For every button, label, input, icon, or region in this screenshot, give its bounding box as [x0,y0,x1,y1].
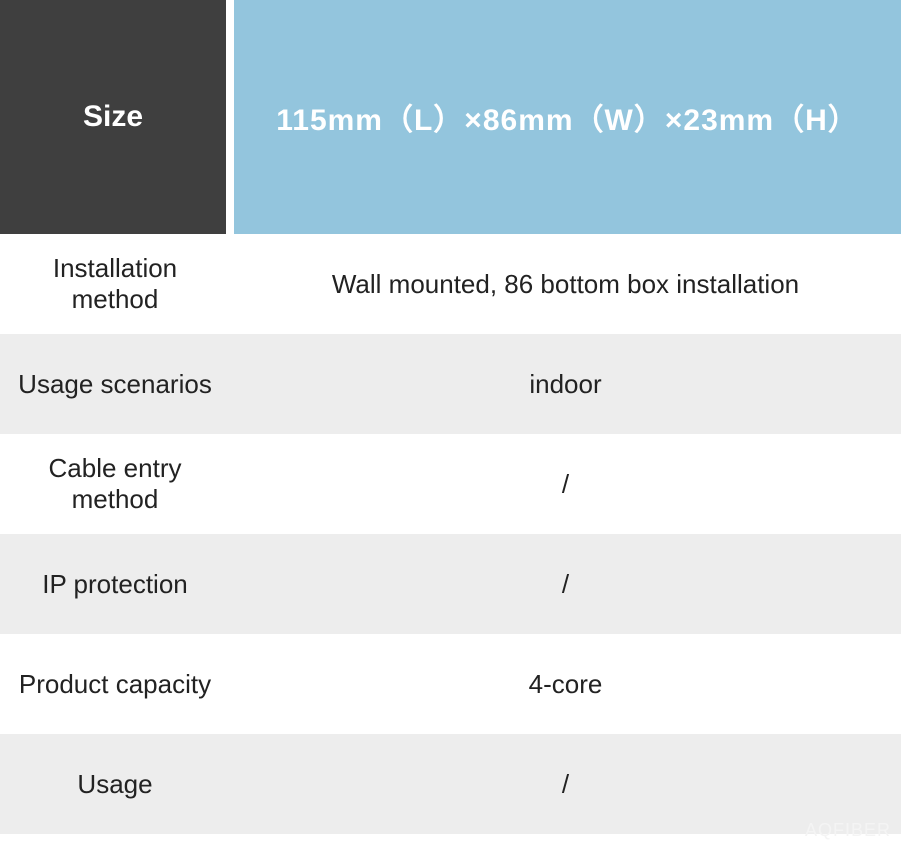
row-value: / [230,734,901,834]
row-value: indoor [230,334,901,434]
table-row: Usage / [0,734,901,834]
table-row: Usage scenarios indoor [0,334,901,434]
row-value: Wall mounted, 86 bottom box installation [230,234,901,334]
table-row: Installation method Wall mounted, 86 bot… [0,234,901,334]
watermark: AQFIBER [805,820,891,841]
row-label: Installation method [0,234,230,334]
header-label: Size [0,0,230,234]
row-value: / [230,434,901,534]
header-value: 115mm（L）×86mm（W）×23mm（H） [230,0,901,234]
row-label: Product capacity [0,634,230,734]
row-value: 4-core [230,634,901,734]
table-header-row: Size 115mm（L）×86mm（W）×23mm（H） [0,0,901,234]
row-value: / [230,534,901,634]
spec-table: Size 115mm（L）×86mm（W）×23mm（H） Installati… [0,0,901,834]
row-label: Cable entry method [0,434,230,534]
table-row: IP protection / [0,534,901,634]
row-label: Usage scenarios [0,334,230,434]
table-row: Cable entry method / [0,434,901,534]
row-label: IP protection [0,534,230,634]
row-label: Usage [0,734,230,834]
table-row: Product capacity 4-core [0,634,901,734]
